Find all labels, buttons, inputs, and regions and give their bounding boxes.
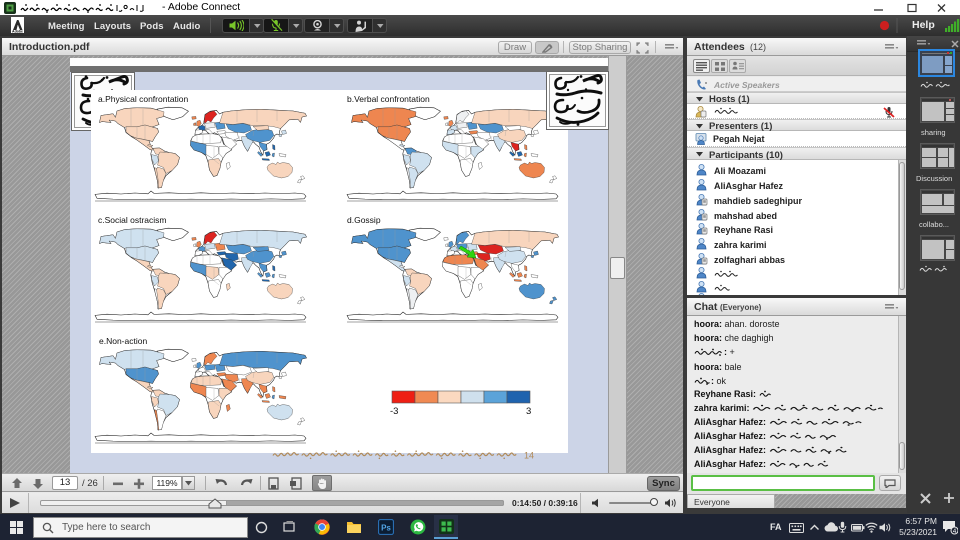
svg-text:3: 3 [526,406,531,416]
svg-text:14: 14 [524,451,534,461]
svg-text:-3: -3 [390,406,398,416]
svg-text:Ps: Ps [381,524,391,533]
svg-text:Adobe: Adobe [12,30,23,34]
